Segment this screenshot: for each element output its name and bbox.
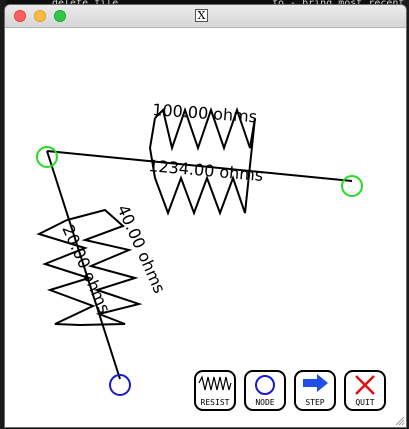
app-window: X 100.00 ohms 1234.00 ohms 40.00 ohms 20…: [5, 5, 406, 427]
resize-grip-icon[interactable]: [395, 416, 405, 426]
resist-button[interactable]: RESIST: [194, 370, 236, 411]
maximize-window-button[interactable]: [54, 10, 66, 22]
node-circle-a[interactable]: [36, 146, 58, 168]
node-circle-b[interactable]: [341, 175, 363, 197]
circuit-canvas[interactable]: 100.00 ohms 1234.00 ohms 40.00 ohms 20.0…: [5, 28, 406, 427]
node-button-label: NODE: [255, 398, 274, 407]
step-button-label: STEP: [305, 398, 324, 407]
close-window-button[interactable]: [14, 10, 26, 22]
node-button[interactable]: NODE: [244, 370, 286, 411]
resistor-label-100: 100.00 ohms: [152, 100, 258, 126]
x11-app-icon: X: [195, 9, 208, 22]
minimize-window-button[interactable]: [34, 10, 46, 22]
title-bar[interactable]: X: [5, 5, 406, 28]
step-button[interactable]: STEP: [294, 370, 336, 411]
resist-button-label: RESIST: [201, 398, 230, 407]
quit-button[interactable]: QUIT: [344, 370, 386, 411]
quit-button-label: QUIT: [355, 398, 374, 407]
